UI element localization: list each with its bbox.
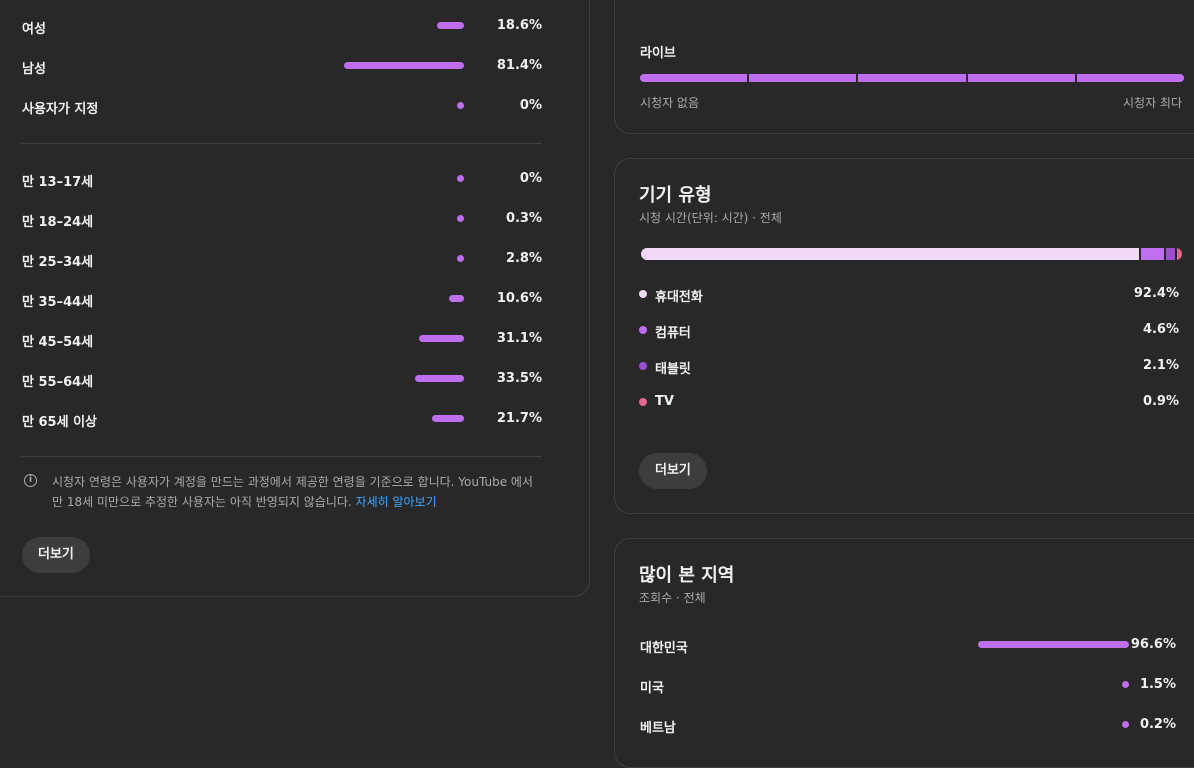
region-row-label: 베트남 [640,721,676,736]
region-row-percent: 1.5% [1139,677,1176,692]
age-row: 만 18–24세 0.3% [22,209,542,230]
region-row-percent: 96.6% [1130,637,1176,652]
divider [21,456,542,457]
age-row-label: 만 65세 이상 [22,415,97,430]
age-row-percent: 0% [519,171,542,186]
age-row-label: 만 35–44세 [22,295,94,310]
age-row-percent: 0.3% [505,211,542,226]
age-row: 만 45–54세 31.1% [22,329,542,350]
device-legend-item: 태블릿 2.1% [639,356,1179,377]
legend-dot-icon [639,290,647,298]
age-row-label: 만 45–54세 [22,335,94,350]
device-legend-label: TV [655,394,674,409]
age-row: 만 55–64세 33.5% [22,369,542,390]
gender-row-label: 여성 [22,22,46,37]
age-row-percent: 31.1% [496,331,542,346]
region-row-bar [978,641,1129,648]
live-bar-segment [1076,74,1184,82]
region-row-label: 대한민국 [640,641,688,656]
age-row-bar [418,335,464,342]
age-row-bar [457,255,464,262]
device-legend-label: 태블릿 [655,362,691,377]
region-subtitle: 조회수 · 전체 [639,591,706,605]
region-row: 베트남 0.2% [640,715,1176,736]
legend-dot-icon [639,362,647,370]
live-card: 라이브 시청자 없음 시청자 최다 [614,0,1194,134]
age-row-label: 만 18–24세 [22,215,94,230]
device-bar-segment [641,248,1141,260]
device-legend-item: TV 0.9% [639,392,1179,412]
region-row-bar [1122,681,1129,688]
legend-dot-icon [639,398,647,406]
region-row: 대한민국 96.6% [640,635,1176,656]
age-row-label: 만 25–34세 [22,255,94,270]
live-max-label: 시청자 최다 [1122,96,1182,110]
device-legend-percent: 0.9% [1142,394,1179,409]
gender-row-bar [457,102,464,109]
info-icon[interactable]: i [24,474,37,487]
gender-row-percent: 81.4% [496,58,542,73]
device-bar-segment [1140,248,1166,260]
device-bar-segment [1177,248,1182,260]
age-row-label: 만 13–17세 [22,175,94,190]
age-row-percent: 2.8% [505,251,542,266]
gender-row-bar [344,62,464,69]
live-viewer-bar [640,74,1184,82]
device-legend-percent: 92.4% [1133,286,1179,301]
device-legend-percent: 4.6% [1142,322,1179,337]
live-bar-segment [858,74,966,82]
region-row: 미국 1.5% [640,675,1176,696]
age-row-bar [457,175,464,182]
see-more-button[interactable]: 더보기 [22,537,90,573]
region-row-percent: 0.2% [1139,717,1176,732]
age-row: 만 35–44세 10.6% [22,289,542,310]
age-row-percent: 33.5% [496,371,542,386]
gender-row: 사용자가 지정 0% [22,96,542,117]
gender-row-percent: 0% [519,98,542,113]
age-row-bar [432,415,464,422]
gender-row-percent: 18.6% [496,18,542,33]
live-bar-segment [640,74,748,82]
device-legend-percent: 2.1% [1142,358,1179,373]
live-label: 라이브 [640,46,676,61]
device-bar-segment [1165,248,1178,260]
gender-row: 여성 18.6% [22,16,542,37]
legend-dot-icon [639,326,647,334]
live-min-label: 시청자 없음 [640,96,700,110]
device-legend-item: 휴대전화 92.4% [639,284,1179,305]
audience-demographics-card: 여성 18.6% 남성 81.4% 사용자가 지정 0% 만 13–17세 0% 만 18–2… [0,0,590,597]
age-row-bar [448,295,464,302]
live-bar-segment [967,74,1075,82]
age-row-bar [457,215,464,222]
age-row: 만 25–34세 2.8% [22,249,542,270]
region-title: 많이 본 지역 [639,565,735,586]
age-row-percent: 10.6% [496,291,542,306]
region-row-label: 미국 [640,681,664,696]
age-row-bar [415,375,464,382]
age-row-label: 만 55–64세 [22,375,94,390]
divider [21,143,542,144]
device-subtitle: 시청 시간(단위: 시간) · 전체 [639,211,782,225]
age-row-percent: 21.7% [496,411,542,426]
device-legend-label: 휴대전화 [655,290,703,305]
live-bar-segment [749,74,857,82]
top-regions-card: 많이 본 지역 조회수 · 전체 대한민국 96.6% 미국 1.5% 베트남 0.2% [614,538,1194,768]
device-type-card: 기기 유형 시청 시간(단위: 시간) · 전체 휴대전화 92.4% 컴퓨터 4.6… [614,158,1194,514]
gender-row-label: 남성 [22,62,46,77]
device-title: 기기 유형 [639,185,712,206]
age-note-text: 시청자 연령은 사용자가 계정을 만드는 과정에서 제공한 연령을 기준으로 합… [52,475,533,509]
device-stacked-bar [641,248,1182,260]
device-legend-label: 컴퓨터 [655,326,691,341]
device-legend-item: 컴퓨터 4.6% [639,320,1179,341]
region-row-bar [1122,721,1129,728]
gender-row-label: 사용자가 지정 [22,102,99,117]
gender-row: 남성 81.4% [22,56,542,77]
gender-row-bar [436,22,464,29]
learn-more-link[interactable]: 자세히 알아보기 [356,495,437,509]
age-row: 만 13–17세 0% [22,169,542,190]
device-see-more-button[interactable]: 더보기 [639,453,707,489]
age-row: 만 65세 이상 21.7% [22,409,542,430]
age-note: 시청자 연령은 사용자가 계정을 만드는 과정에서 제공한 연령을 기준으로 합… [52,472,544,512]
